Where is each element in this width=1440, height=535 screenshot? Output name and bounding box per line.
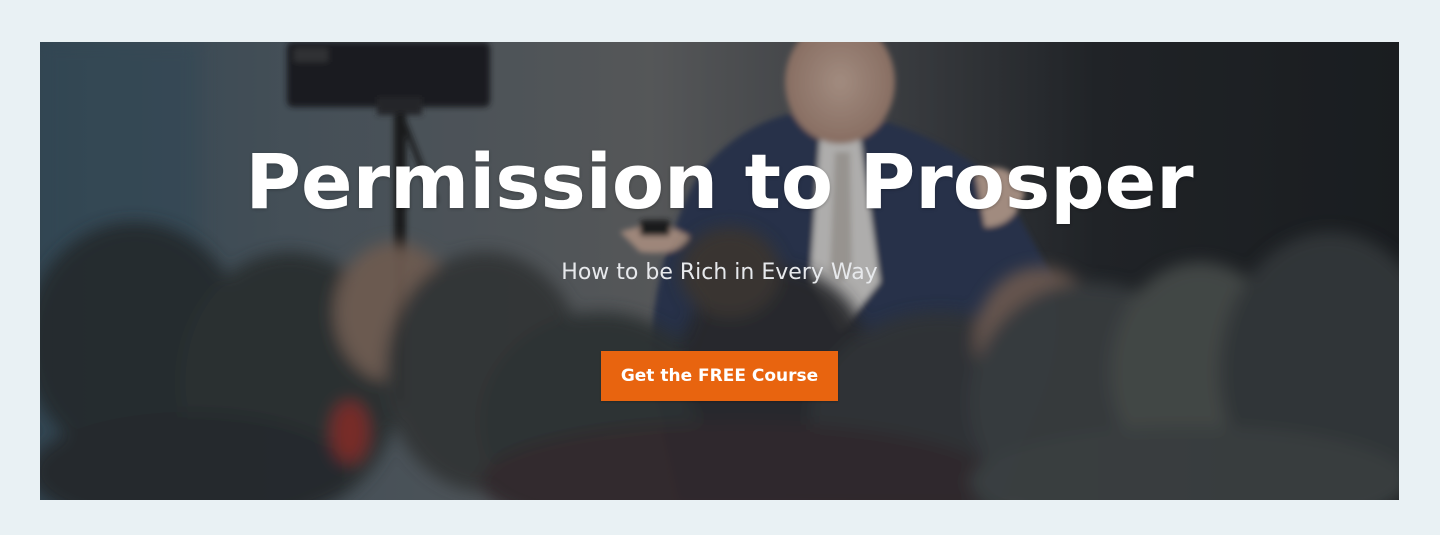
- get-free-course-button[interactable]: Get the FREE Course: [601, 351, 838, 401]
- hero-title: Permission to Prosper: [245, 137, 1194, 226]
- hero-subtitle: How to be Rich in Every Way: [561, 260, 878, 285]
- hero-banner: Permission to Prosper How to be Rich in …: [40, 42, 1399, 500]
